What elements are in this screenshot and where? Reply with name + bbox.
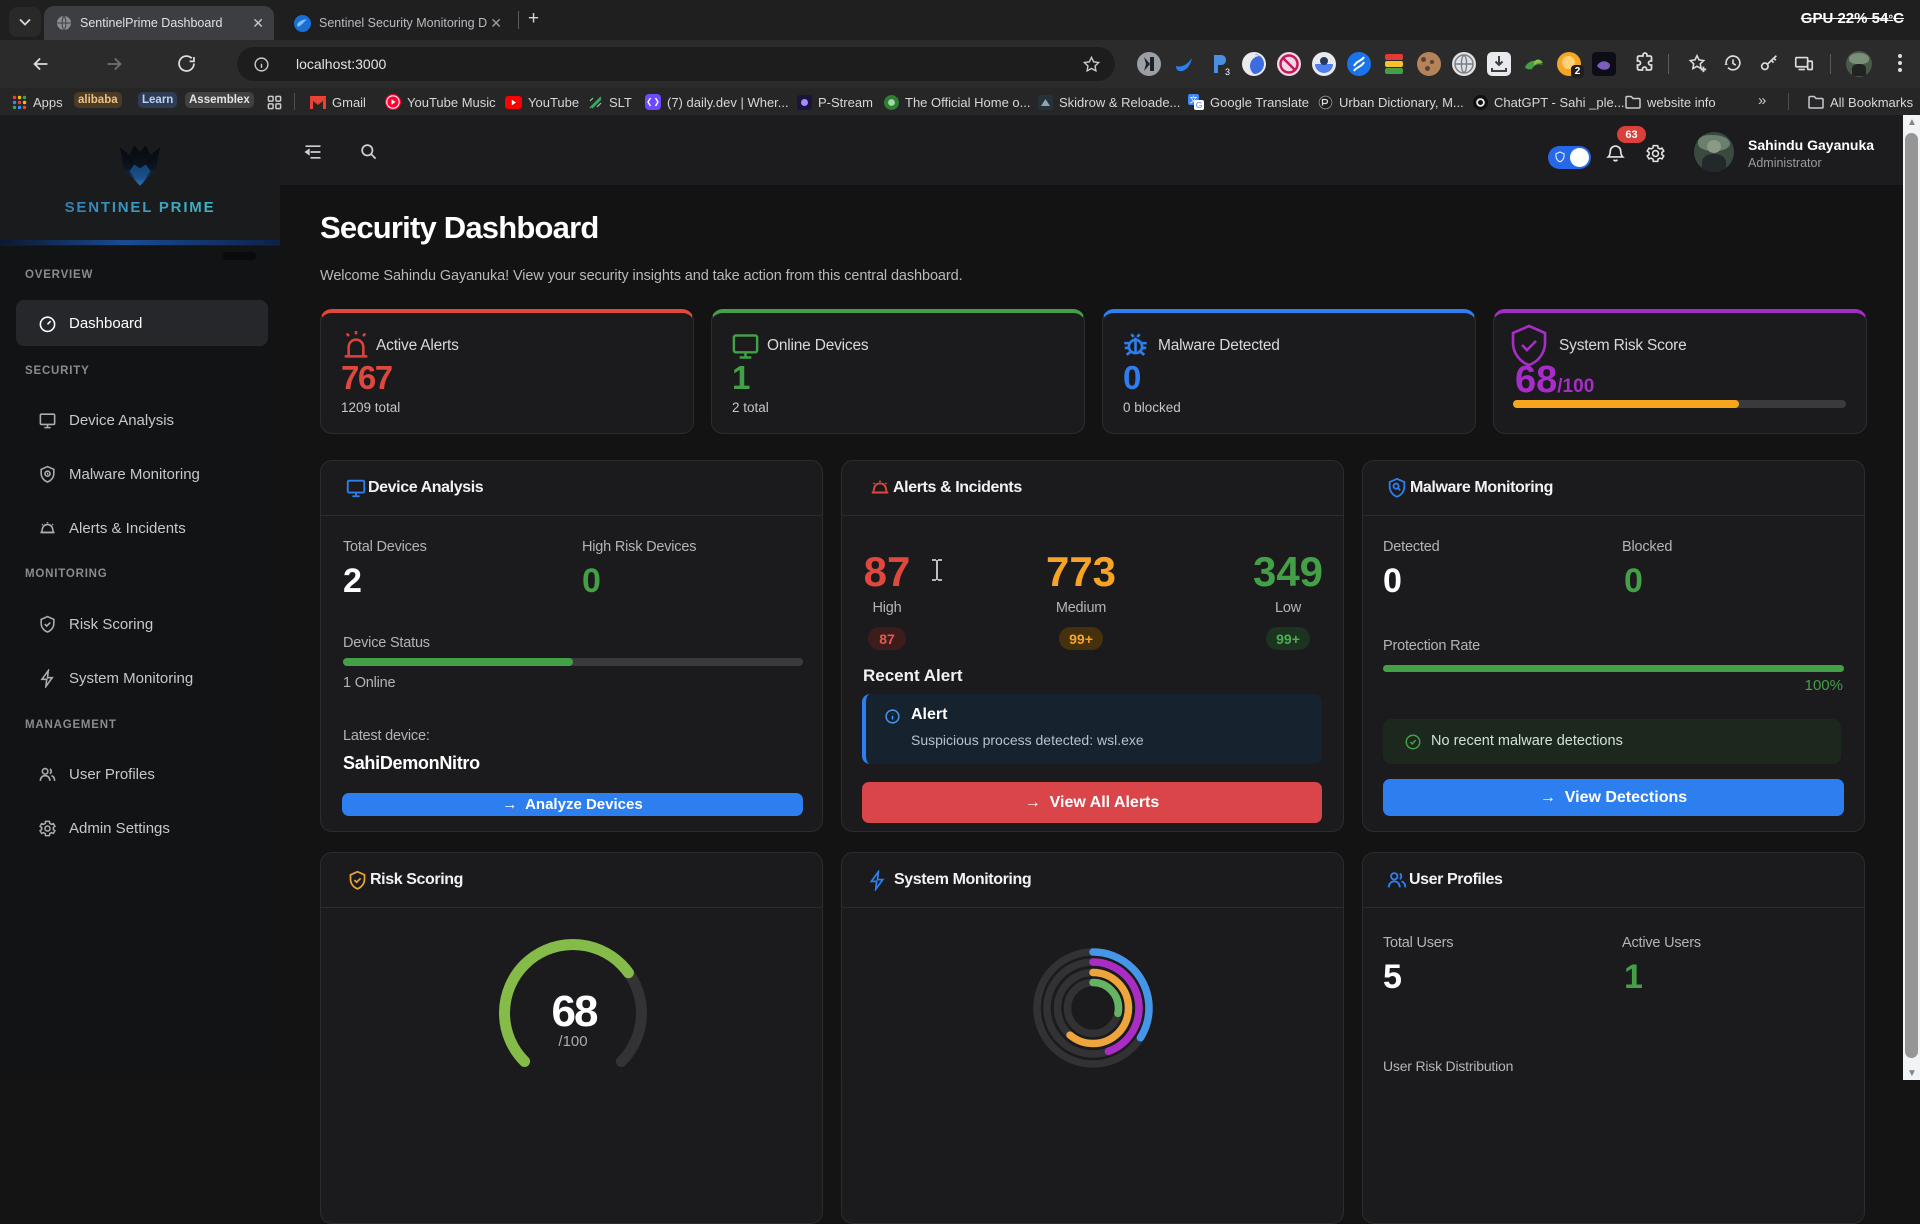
svg-text:G: G [1196,100,1203,110]
